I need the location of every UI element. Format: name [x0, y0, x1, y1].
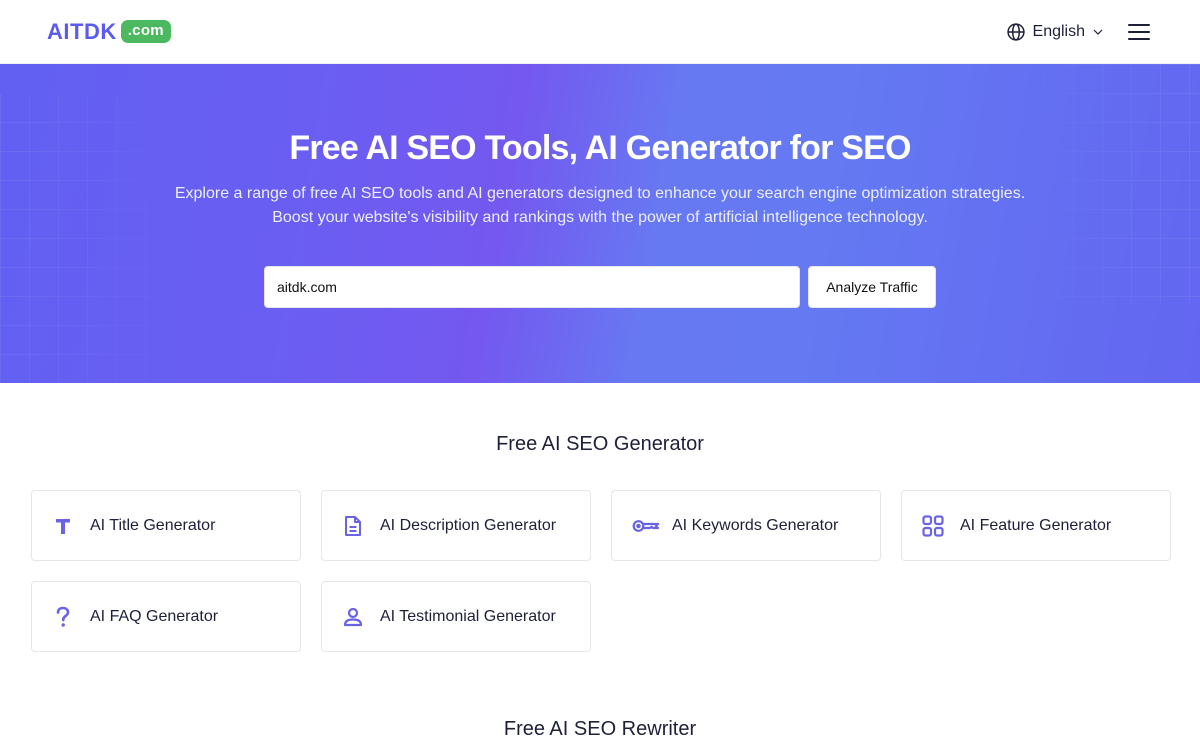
generator-section-title: Free AI SEO Generator: [496, 433, 704, 455]
site-header: AITDK .com English: [0, 0, 1200, 64]
hamburger-menu-icon[interactable]: [1126, 22, 1152, 42]
tool-card-faq-generator[interactable]: AI FAQ Generator: [31, 581, 301, 652]
tool-card-testimonial-generator[interactable]: AI Testimonial Generator: [321, 581, 591, 652]
hero-description: Explore a range of free AI SEO tools and…: [0, 182, 1200, 230]
rewriter-section-title: Free AI SEO Rewriter: [503, 718, 697, 740]
hero-title: Free AI SEO Tools, AI Generator for SEO: [289, 129, 911, 167]
tool-card-label: AI Title Generator: [90, 516, 216, 534]
hero-section: Free AI SEO Tools, AI Generator for SEO …: [0, 64, 1200, 383]
tool-card-label: AI Keywords Generator: [672, 516, 839, 534]
tool-card-label: AI Testimonial Generator: [380, 607, 556, 625]
tool-card-label: AI Description Generator: [380, 516, 557, 534]
document-icon: [342, 515, 364, 537]
generator-cards: AI Title Generator AI Description Genera…: [31, 490, 1171, 652]
chevron-down-icon: [1093, 29, 1103, 35]
tool-card-label: AI Feature Generator: [960, 516, 1112, 534]
key-icon: [632, 515, 660, 537]
grid-icon: [922, 514, 944, 537]
tool-card-label: AI FAQ Generator: [90, 607, 219, 625]
analyze-form: Analyze Traffic: [0, 266, 1200, 308]
hero-content: Free AI SEO Tools, AI Generator for SEO …: [0, 64, 1200, 308]
globe-icon: [1006, 22, 1025, 41]
hero-description-line1: Explore a range of free AI SEO tools and…: [174, 185, 1026, 202]
user-icon: [342, 606, 364, 628]
language-label: English: [1032, 22, 1085, 40]
logo-text: AITDK: [47, 18, 117, 44]
logo[interactable]: AITDK .com: [47, 19, 171, 45]
question-icon: [52, 606, 74, 628]
analyze-traffic-button[interactable]: Analyze Traffic: [808, 266, 936, 308]
tool-card-title-generator[interactable]: AI Title Generator: [31, 490, 301, 561]
logo-badge: .com: [120, 20, 171, 43]
tool-card-description-generator[interactable]: AI Description Generator: [321, 490, 591, 561]
domain-input[interactable]: [264, 266, 800, 308]
title-icon: [52, 515, 74, 537]
hero-description-line2: Boost your website's visibility and rank…: [272, 209, 928, 226]
tool-card-keywords-generator[interactable]: AI Keywords Generator: [611, 490, 881, 561]
tool-card-feature-generator[interactable]: AI Feature Generator: [901, 490, 1171, 561]
language-selector[interactable]: English: [1006, 22, 1104, 42]
header-actions: English: [1006, 22, 1152, 42]
